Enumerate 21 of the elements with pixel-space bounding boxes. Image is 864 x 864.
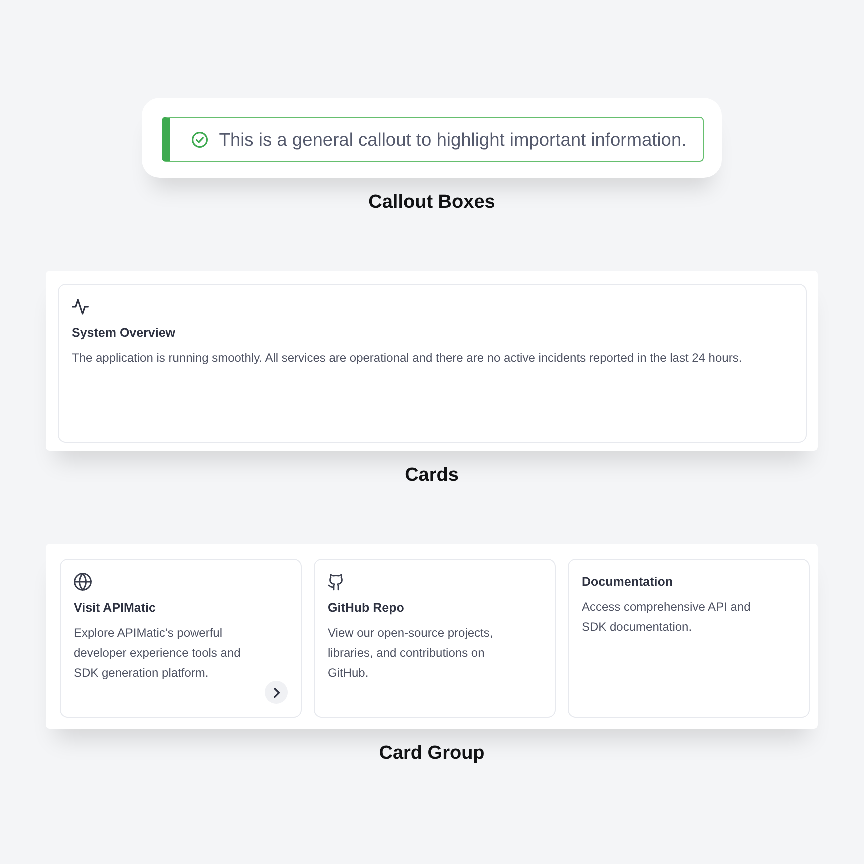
card-description: Explore APIMatic’s powerful developer experience tools and SDK generation platform. xyxy=(74,625,242,682)
card-description: View our open-source projects, libraries, and contributions on GitHub. xyxy=(328,625,494,682)
globe-icon xyxy=(74,573,92,591)
pulse-icon xyxy=(72,299,89,315)
card-description: The application is running smoothly. All services are operational and there are no active incidents reported in the last 24 hours. xyxy=(72,350,744,367)
arrow-button[interactable] xyxy=(265,681,288,704)
link-card[interactable]: Visit APIMatic Explore APIMatic’s powerful developer experience tools and SDK generation platform. xyxy=(60,559,302,718)
check-circle-icon xyxy=(192,132,208,148)
card-title: Visit APIMatic xyxy=(74,600,157,617)
card-title: GitHub Repo xyxy=(328,600,406,617)
card-title: System Overview xyxy=(72,325,177,342)
link-card[interactable]: GitHub Repo View our open-source projects, libraries, and contributions on GitHub. xyxy=(314,559,556,718)
section-caption: Callout Boxes xyxy=(368,192,496,214)
card-description: Access comprehensive API and SDK documentation. xyxy=(582,599,752,636)
link-card[interactable]: Documentation Access comprehensive API and SDK documentation. xyxy=(568,559,810,718)
section-caption: Card Group xyxy=(379,743,485,765)
section-caption: Cards xyxy=(405,465,459,487)
chevron-right-icon xyxy=(274,688,280,698)
github-icon xyxy=(328,574,343,590)
callout-text: This is a general callout to highlight important information. xyxy=(219,128,687,150)
card-title: Documentation xyxy=(582,574,674,591)
